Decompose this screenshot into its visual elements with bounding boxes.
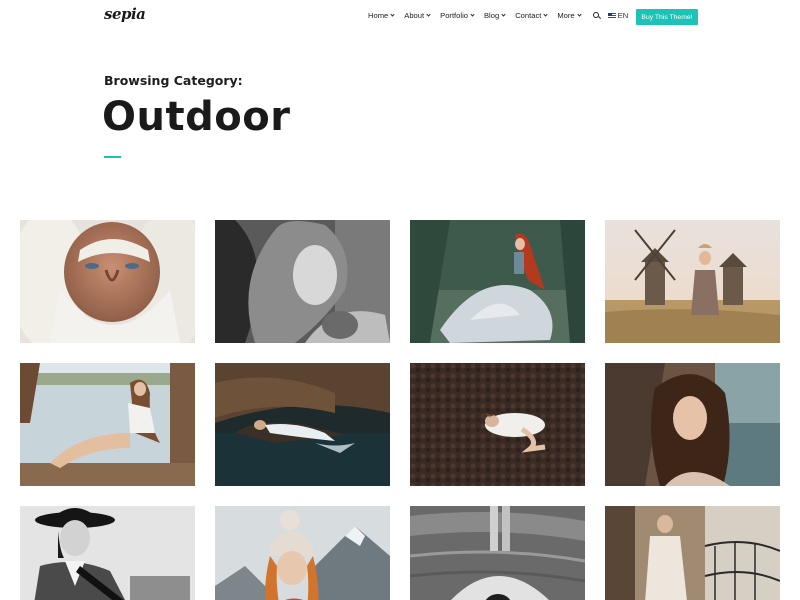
site-logo[interactable]: sepia: [104, 5, 146, 23]
gallery-item-knit-hat[interactable]: [215, 506, 390, 600]
photo-old-man: [20, 220, 195, 343]
nav-item-label: More: [557, 11, 575, 20]
language-label: EN: [617, 11, 629, 20]
photo-knit-hat: [215, 506, 390, 600]
gallery-item-curly-hair[interactable]: [215, 220, 390, 343]
photo-portrait-lake: [605, 363, 780, 486]
site-header: sepia Home About Portfolio Blog Contact …: [0, 0, 800, 34]
photo-gallery: [20, 220, 780, 600]
nav-item-portfolio[interactable]: Portfolio: [440, 11, 475, 20]
photo-balcony: [605, 506, 780, 600]
gallery-item-black-hat[interactable]: [20, 506, 195, 600]
chevron-down-icon: [577, 12, 582, 17]
chevron-down-icon: [470, 12, 475, 17]
gallery-item-lakeside[interactable]: [20, 363, 195, 486]
nav-item-label: Home: [368, 11, 389, 20]
photo-floating: [410, 506, 585, 600]
chevron-down-icon: [390, 12, 395, 17]
nav-item-contact[interactable]: Contact: [515, 11, 548, 20]
gallery-item-floating[interactable]: [410, 506, 585, 600]
nav-item-about[interactable]: About: [404, 11, 431, 20]
nav-item-label: Portfolio: [440, 11, 468, 20]
buy-theme-button[interactable]: Buy This Theme!: [636, 9, 698, 25]
chevron-down-icon: [543, 12, 548, 17]
gallery-item-leaves[interactable]: [410, 363, 585, 486]
photo-lakeside: [20, 363, 195, 486]
gallery-item-old-man[interactable]: [20, 220, 195, 343]
photo-lying-water: [215, 363, 390, 486]
page-title: Outdoor: [102, 94, 291, 140]
nav-item-label: Blog: [483, 11, 500, 20]
gallery-item-lying-water[interactable]: [215, 363, 390, 486]
us-flag-icon: [607, 13, 616, 18]
gallery-item-redhead-gown[interactable]: [410, 220, 585, 343]
photo-curly-hair: [215, 220, 390, 343]
gallery-item-portrait-lake[interactable]: [605, 363, 780, 486]
browsing-label: Browsing Category:: [104, 73, 243, 88]
nav-item-label: About: [404, 11, 425, 20]
photo-leaves: [410, 363, 585, 486]
nav-item-more[interactable]: More: [557, 11, 582, 20]
photo-redhead-gown: [410, 220, 585, 343]
chevron-down-icon: [501, 12, 506, 17]
nav-item-label: Contact: [515, 11, 542, 20]
gallery-item-windmills[interactable]: [605, 220, 780, 343]
photo-windmills: [605, 220, 780, 343]
language-switcher[interactable]: EN: [607, 11, 629, 20]
title-divider: [104, 156, 121, 158]
chevron-down-icon: [426, 12, 431, 17]
photo-black-hat: [20, 506, 195, 600]
search-icon[interactable]: [592, 11, 601, 20]
nav-item-home[interactable]: Home: [368, 11, 395, 20]
gallery-item-balcony[interactable]: [605, 506, 780, 600]
main-nav: Home About Portfolio Blog Contact More E…: [368, 11, 628, 20]
nav-item-blog[interactable]: Blog: [483, 11, 506, 20]
